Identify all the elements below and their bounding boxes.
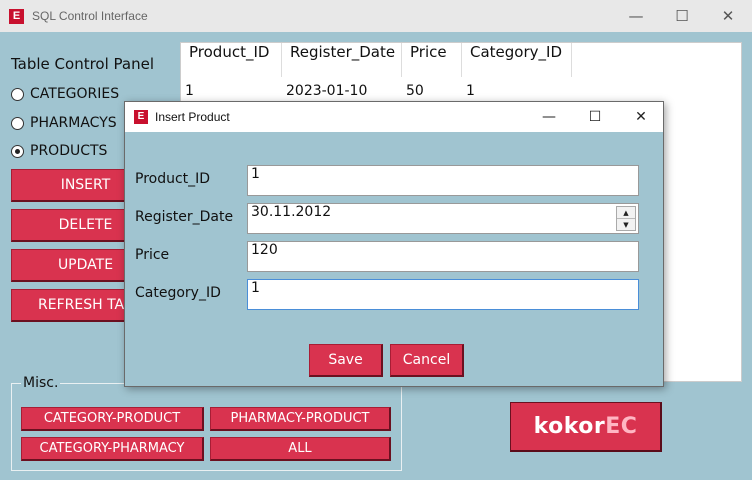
table-cell[interactable]: 50 (402, 83, 424, 99)
brand-logo-text: kokorEC (534, 414, 638, 439)
radio-products[interactable]: PRODUCTS (11, 143, 107, 159)
brand-logo: kokorEC (510, 402, 662, 452)
all-button[interactable]: ALL (210, 437, 391, 461)
main-titlebar[interactable]: E SQL Control Interface — ☐ ✕ (0, 0, 752, 32)
category-product-button[interactable]: CATEGORY-PRODUCT (21, 407, 204, 431)
column-header[interactable]: Register_Date (282, 43, 402, 77)
dialog-maximize-button[interactable]: ☐ (572, 102, 618, 132)
price-label: Price (135, 247, 170, 263)
minimize-button[interactable]: — (613, 0, 659, 32)
radio-label: PRODUCTS (30, 143, 108, 159)
dialog-minimize-button[interactable]: — (526, 102, 572, 132)
column-header[interactable]: Price (402, 43, 462, 77)
spin-up-icon[interactable]: ▲ (617, 207, 635, 219)
table-cell[interactable]: 1 (462, 83, 475, 99)
dialog-titlebar[interactable]: E Insert Product — ☐ ✕ (125, 102, 663, 132)
maximize-button[interactable]: ☐ (659, 0, 705, 32)
register-date-input[interactable]: 30.11.2012 ▲ ▼ (247, 203, 639, 234)
date-spinner[interactable]: ▲ ▼ (616, 206, 636, 231)
category-id-label: Category_ID (135, 285, 221, 301)
category-pharmacy-button[interactable]: CATEGORY-PHARMACY (21, 437, 204, 461)
dialog-close-button[interactable]: ✕ (618, 102, 664, 132)
radio-categories[interactable]: CATEGORIES (11, 86, 119, 102)
category-id-input[interactable]: 1 (247, 279, 639, 310)
radio-icon[interactable] (11, 87, 24, 101)
misc-label: Misc. (21, 375, 61, 391)
price-input[interactable]: 120 (247, 241, 639, 272)
close-button[interactable]: ✕ (705, 0, 751, 32)
register-date-value: 30.11.2012 (251, 204, 332, 220)
insert-product-dialog: E Insert Product — ☐ ✕ Product_ID 1 Regi… (124, 101, 664, 387)
brand-accent: EC (605, 414, 638, 439)
dialog-title: Insert Product (155, 110, 230, 124)
product-id-input[interactable]: 1 (247, 165, 639, 196)
table-cell[interactable]: 2023-01-10 (282, 83, 367, 99)
window-title: SQL Control Interface (32, 9, 148, 23)
register-date-label: Register_Date (135, 209, 234, 225)
radio-checked-icon[interactable] (11, 144, 24, 158)
dialog-logo-icon: E (134, 110, 148, 124)
spin-down-icon[interactable]: ▼ (617, 219, 635, 231)
column-header[interactable]: Category_ID (462, 43, 572, 77)
radio-icon[interactable] (11, 116, 24, 130)
column-header[interactable]: Product_ID (181, 43, 282, 77)
panel-title: Table Control Panel (11, 55, 155, 73)
brand-name: kokor (533, 414, 606, 439)
radio-label: PHARMACYS (30, 115, 117, 131)
cancel-button[interactable]: Cancel (390, 344, 464, 377)
pharmacy-product-button[interactable]: PHARMACY-PRODUCT (210, 407, 391, 431)
save-button[interactable]: Save (309, 344, 383, 377)
table-cell[interactable]: 1 (181, 83, 194, 99)
radio-pharmacys[interactable]: PHARMACYS (11, 115, 117, 131)
product-id-label: Product_ID (135, 171, 211, 187)
app-logo-icon: E (9, 9, 24, 24)
radio-label: CATEGORIES (30, 86, 120, 102)
